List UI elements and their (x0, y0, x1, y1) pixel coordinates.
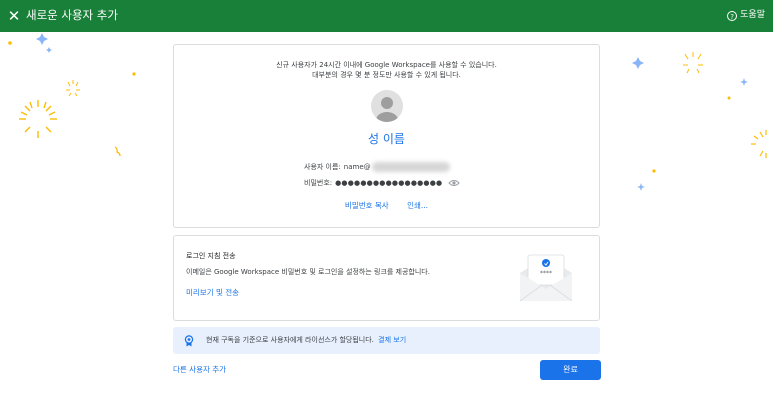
username-row: 사용자 이름: name@ (304, 162, 450, 172)
availability-notice: 신규 사용자가 24시간 이내에 Google Workspace를 사용할 수… (276, 61, 497, 69)
username-label: 사용자 이름: (304, 163, 341, 171)
confetti-decoration-right (632, 52, 767, 191)
license-info-text: 현재 구독을 기준으로 사용자에게 라이선스가 할당됩니다. (206, 336, 374, 344)
show-password-icon[interactable] (448, 179, 461, 187)
license-banner-text: 현재 구독을 기준으로 사용자에게 라이선스가 할당됩니다. 결제 보기 (206, 335, 406, 345)
license-banner: 현재 구독을 기준으로 사용자에게 라이선스가 할당됩니다. 결제 보기 (173, 327, 600, 354)
person-icon (376, 97, 398, 122)
confetti-decoration-left (8, 33, 136, 157)
add-another-user-link[interactable]: 다른 사용자 추가 (173, 364, 226, 375)
password-row: 비밀번호: ●●●●●●●●●●●●●●●●● (304, 178, 461, 188)
send-instructions-card: 로그인 지침 전송 이메일은 Google Workspace 비밀번호 및 로… (173, 235, 600, 321)
send-instructions-description: 이메일은 Google Workspace 비밀번호 및 로그인을 설정하는 링… (186, 268, 430, 276)
availability-note: 대부분의 경우 몇 분 정도만 사용할 수 있게 됩니다. (312, 71, 461, 79)
password-label: 비밀번호: (304, 179, 333, 187)
help-icon: ? (727, 10, 738, 21)
user-summary-card: 신규 사용자가 24시간 이내에 Google Workspace를 사용할 수… (173, 44, 600, 228)
license-badge-icon (184, 335, 194, 347)
help-button[interactable]: ? 도움말 (727, 9, 765, 22)
user-full-name: 성 이름 (368, 132, 405, 146)
password-value: ●●●●●●●●●●●●●●●●● (335, 179, 443, 187)
password-actions: 비밀번호 복사 인쇄... (174, 200, 599, 211)
username-value: name@ (343, 163, 371, 171)
preview-send-link[interactable]: 미리보기 및 전송 (186, 287, 239, 298)
copy-password-link[interactable]: 비밀번호 복사 (345, 201, 389, 210)
top-app-bar: ✕ 새로운 사용자 추가 ? 도움말 (0, 0, 773, 32)
send-instructions-title: 로그인 지침 전송 (186, 252, 236, 260)
envelope-password-mask: **** (540, 270, 552, 277)
done-button[interactable]: 완료 (540, 360, 601, 380)
page-title: 새로운 사용자 추가 (26, 8, 118, 22)
print-link[interactable]: 인쇄... (407, 201, 428, 210)
close-icon[interactable]: ✕ (4, 6, 24, 26)
envelope-illustration-icon: **** (519, 254, 573, 302)
avatar (371, 90, 403, 122)
view-billing-link[interactable]: 결제 보기 (378, 336, 406, 344)
help-label: 도움말 (740, 10, 765, 20)
redacted-domain (371, 162, 450, 172)
